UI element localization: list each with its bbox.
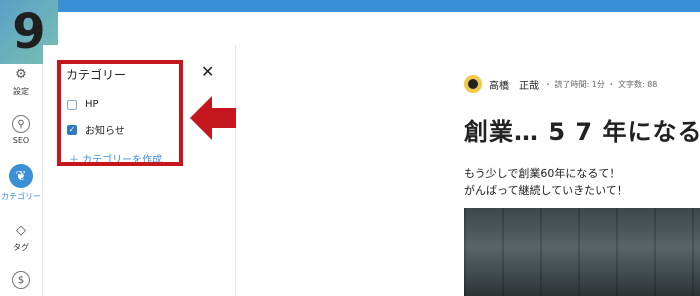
sidebar-item-label: カテゴリー bbox=[1, 192, 41, 201]
post-body[interactable]: もう少しで創業60年になるて！ がんばって継続していきたいて！ bbox=[464, 165, 628, 199]
sidebar-item-tags[interactable]: ◇ タグ bbox=[0, 221, 42, 253]
post-body-line: がんばって継続していきたいて！ bbox=[464, 184, 628, 197]
top-bar bbox=[0, 0, 700, 12]
post-image[interactable] bbox=[464, 208, 700, 296]
sidebar-item-label: 設定 bbox=[13, 87, 29, 96]
step-number: 9 bbox=[12, 4, 46, 60]
sidebar: ⚙ 設定 ⚲ SEO ❦ カテゴリー ◇ タグ $ bbox=[0, 45, 43, 296]
category-icon: ❦ bbox=[9, 164, 33, 188]
toolbar bbox=[0, 12, 700, 46]
avatar[interactable] bbox=[464, 75, 482, 93]
sidebar-item-settings[interactable]: ⚙ 設定 bbox=[0, 65, 42, 97]
avatar-face bbox=[468, 79, 478, 89]
sidebar-item-seo[interactable]: ⚲ SEO bbox=[0, 115, 42, 145]
dollar-icon: $ bbox=[12, 271, 30, 289]
sidebar-item-label: SEO bbox=[12, 136, 30, 145]
close-icon[interactable]: ✕ bbox=[201, 62, 214, 81]
post-meta: ・ 読了時間: 1分 ・ 文字数: 88 bbox=[544, 79, 658, 89]
search-icon: ⚲ bbox=[12, 115, 30, 133]
post-preview: 高橋 正哉 ・ 読了時間: 1分 ・ 文字数: 88 創業… 5 7 年になるて… bbox=[236, 45, 700, 296]
author-name[interactable]: 高橋 正哉 bbox=[489, 77, 539, 92]
tag-icon: ◇ bbox=[16, 222, 26, 238]
sidebar-item-category[interactable]: ❦ カテゴリー bbox=[0, 164, 42, 202]
post-body-line: もう少しで創業60年になるて！ bbox=[464, 167, 621, 180]
post-title[interactable]: 創業… 5 7 年になるて bbox=[464, 112, 700, 147]
author-row: 高橋 正哉 ・ 読了時間: 1分 ・ 文字数: 88 bbox=[464, 75, 657, 93]
sidebar-item-monetize[interactable]: $ bbox=[0, 271, 42, 289]
highlight-frame bbox=[57, 60, 183, 166]
gear-icon: ⚙ bbox=[15, 66, 27, 82]
sidebar-item-label: タグ bbox=[13, 243, 29, 252]
pointer-arrow-icon bbox=[190, 96, 240, 140]
